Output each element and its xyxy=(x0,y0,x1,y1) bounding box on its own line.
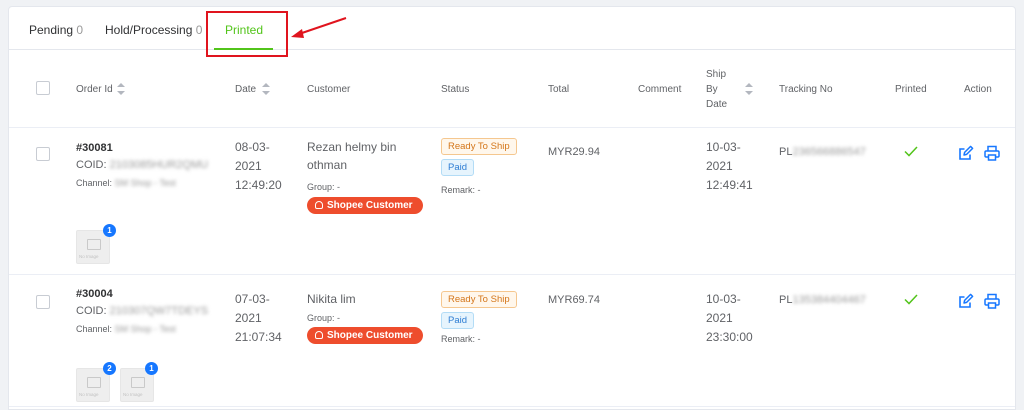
ship-by-date-line2: 2021 xyxy=(706,159,733,173)
ship-by-date-line3: 12:49:41 xyxy=(706,178,753,192)
order-date-line3: 21:07:34 xyxy=(235,330,282,344)
column-customer: Customer xyxy=(307,84,351,95)
column-comment: Comment xyxy=(638,84,682,95)
edit-icon[interactable] xyxy=(958,293,974,309)
order-date-line2: 2021 xyxy=(235,159,262,173)
tab-hold-processing-label: Hold/Processing xyxy=(105,23,193,37)
quantity-badge: 1 xyxy=(103,224,116,237)
quantity-badge: 1 xyxy=(145,362,158,375)
order-number[interactable]: #30081 xyxy=(76,142,113,154)
shopee-customer-badge: Shopee Customer xyxy=(307,327,423,344)
shopee-customer-label: Shopee Customer xyxy=(327,200,413,211)
column-tracking-no: Tracking No xyxy=(779,84,833,95)
tab-hold-processing-count: 0 xyxy=(195,23,203,37)
printed-check-icon xyxy=(904,294,918,305)
no-image-text: No Image xyxy=(79,392,99,397)
channel-value: SM Shop - Test xyxy=(114,178,176,188)
edit-icon[interactable] xyxy=(958,145,974,161)
remark: Remark: - xyxy=(441,334,481,344)
select-all-checkbox[interactable] xyxy=(36,81,50,95)
quantity-badge: 2 xyxy=(103,362,116,375)
coid-label: COID: xyxy=(76,305,107,317)
customer-name-line1: Nikita lim xyxy=(307,292,356,306)
sort-date-icon[interactable] xyxy=(262,83,270,95)
ship-by-date-line2: 2021 xyxy=(706,311,733,325)
customer-group: Group: - xyxy=(307,182,341,192)
column-ship-by-date-line3[interactable]: Date xyxy=(706,99,727,110)
coid: COID: 210307QW7TDEYS xyxy=(76,305,208,317)
remark: Remark: - xyxy=(441,185,481,195)
column-total: Total xyxy=(548,84,570,95)
table-row: #30081 COID: 2103085HUR2QMU Channel: SM … xyxy=(9,128,1015,275)
printed-check-icon xyxy=(904,146,918,157)
tab-hold-processing[interactable]: Hold/Processing 0 xyxy=(105,23,202,37)
table-header: Order Id Date Customer Status Total Comm… xyxy=(9,50,1015,128)
tracking-prefix: PL xyxy=(779,294,793,306)
shopee-customer-badge: Shopee Customer xyxy=(307,197,423,214)
tab-pending[interactable]: Pending 0 xyxy=(29,23,83,37)
no-image-text: No Image xyxy=(79,254,99,259)
shopee-customer-label: Shopee Customer xyxy=(327,330,413,341)
row-checkbox[interactable] xyxy=(36,147,50,161)
status-ready-to-ship-badge: Ready To Ship xyxy=(441,138,517,155)
ship-by-date-line1: 10-03- xyxy=(706,140,741,154)
no-image-text: No Image xyxy=(123,392,143,397)
channel-value: SM Shop - Test xyxy=(114,324,176,334)
coid-label: COID: xyxy=(76,159,107,171)
status-paid-badge: Paid xyxy=(441,312,475,329)
tracking-prefix: PL xyxy=(779,146,793,158)
table-row: #30004 COID: 210307QW7TDEYS Channel: SM … xyxy=(9,275,1015,407)
status-ready-to-ship-badge: Ready To Ship xyxy=(441,291,517,308)
coid-value: 2103085HUR2QMU xyxy=(109,159,209,171)
channel-label: Channel: xyxy=(76,178,113,188)
customer-name-line1: Rezan helmy bin xyxy=(307,140,397,154)
sort-ship-by-date-icon[interactable] xyxy=(745,83,753,95)
column-printed: Printed xyxy=(895,84,927,95)
image-placeholder-icon xyxy=(87,239,101,250)
tracking-rest: 236566886547 xyxy=(792,146,866,158)
column-action: Action xyxy=(964,84,992,95)
order-number[interactable]: #30004 xyxy=(76,288,113,300)
tab-pending-count: 0 xyxy=(76,23,84,37)
column-ship-by-date-line1[interactable]: Ship xyxy=(706,69,726,80)
customer-name-line2: othman xyxy=(307,158,348,172)
print-icon[interactable] xyxy=(984,293,1000,309)
tab-pending-label: Pending xyxy=(29,23,74,37)
channel: Channel: SM Shop - Test xyxy=(76,178,176,188)
order-total: MYR69.74 xyxy=(548,294,600,306)
order-status-tabs: Pending 0 Hold/Processing 0 Printed xyxy=(9,7,1015,57)
annotation-arrow-icon xyxy=(291,17,347,38)
order-total: MYR29.94 xyxy=(548,146,600,158)
channel: Channel: SM Shop - Test xyxy=(76,324,176,334)
coid: COID: 2103085HUR2QMU xyxy=(76,159,208,171)
tracking-number: PL236566886547 xyxy=(779,146,866,158)
order-date-line3: 12:49:20 xyxy=(235,178,282,192)
channel-label: Channel: xyxy=(76,324,113,334)
column-ship-by-date-line2[interactable]: By xyxy=(706,84,718,95)
ship-by-date-line3: 23:30:00 xyxy=(706,330,753,344)
order-date-line1: 08-03- xyxy=(235,140,270,154)
column-order-id[interactable]: Order Id xyxy=(76,84,113,95)
image-placeholder-icon xyxy=(87,377,101,388)
user-icon xyxy=(315,201,323,209)
user-icon xyxy=(315,331,323,339)
orders-panel: Pending 0 Hold/Processing 0 Printed Orde… xyxy=(8,6,1016,410)
column-status: Status xyxy=(441,84,470,95)
status-paid-badge: Paid xyxy=(441,159,475,176)
image-placeholder-icon xyxy=(131,377,145,388)
coid-value: 210307QW7TDEYS xyxy=(109,305,209,317)
customer-group: Group: - xyxy=(307,313,341,323)
column-date[interactable]: Date xyxy=(235,84,256,95)
print-icon[interactable] xyxy=(984,145,1000,161)
sort-order-id-icon[interactable] xyxy=(117,83,125,95)
ship-by-date-line1: 10-03- xyxy=(706,292,741,306)
order-date-line2: 2021 xyxy=(235,311,262,325)
tracking-number: PL135384404467 xyxy=(779,294,866,306)
order-date-line1: 07-03- xyxy=(235,292,270,306)
tracking-rest: 135384404467 xyxy=(792,294,866,306)
row-checkbox[interactable] xyxy=(36,295,50,309)
